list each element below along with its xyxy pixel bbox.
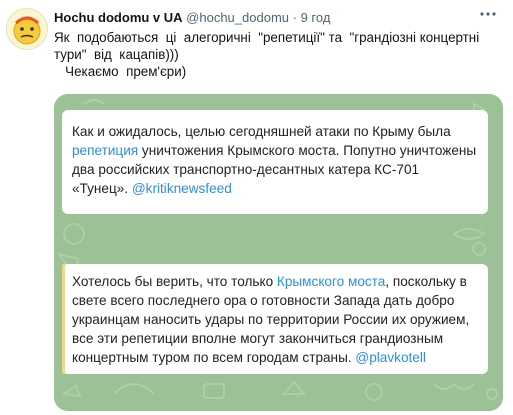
tweet-media-image[interactable]: Как и ожидалось, целью сегодняшней атаки… [54,94,503,411]
message-2-link-plavkotell[interactable]: @plavkotell [355,350,425,365]
message-2-part-1: Хотелось бы верить, что только [72,274,277,289]
quote-bar [62,264,65,374]
chat-message-2: Хотелось бы верить, что только Крымского… [62,264,488,374]
message-1-link-kritiknewsfeed[interactable]: @kritiknewsfeed [132,181,232,196]
message-1-part-1: Как и ожидалось, целью сегодняшней атаки… [72,124,451,139]
tweet-text: Як подобаються ці алегоричні "репетиції"… [54,30,480,79]
avatar[interactable] [6,8,48,50]
chat-message-1: Как и ожидалось, целью сегодняшней атаки… [62,110,488,214]
message-2-text: Хотелось бы верить, что только Крымского… [72,272,482,367]
message-1-link-repetition[interactable]: репетиция [72,143,138,158]
author-handle[interactable]: @hochu_dodomu [186,10,289,25]
separator-dot: · [292,10,297,25]
avatar-emoji-icon [7,9,47,49]
more-options-button[interactable] [475,7,501,25]
more-horizontal-icon [480,12,496,16]
author-name[interactable]: Hochu dodomu v UA [54,10,183,25]
message-2-link-crimean-bridge[interactable]: Крымского моста [277,274,385,289]
timestamp[interactable]: 9 год [301,10,331,25]
tweet: Hochu dodomu v UA @hochu_dodomu · 9 год … [0,0,513,415]
tweet-header: Hochu dodomu v UA @hochu_dodomu · 9 год [54,10,330,25]
message-1-text: Как и ожидалось, целью сегодняшней атаки… [72,122,478,198]
